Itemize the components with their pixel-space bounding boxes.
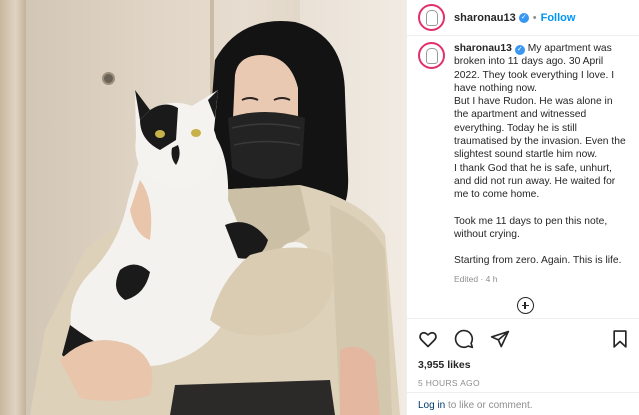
share-icon[interactable] [490, 329, 510, 349]
comment-icon[interactable] [454, 329, 474, 349]
add-comment-icon[interactable] [517, 297, 534, 314]
separator-dot: • [532, 11, 537, 24]
verified-badge-icon: ✓ [518, 12, 529, 23]
like-count[interactable]: 3,955 likes [418, 359, 639, 371]
post-time: 5 HOURS AGO [418, 378, 480, 388]
caption-line-3: I thank God that he is safe, unhurt, and… [454, 162, 616, 201]
caption-avatar[interactable] [418, 42, 445, 69]
bookmark-icon[interactable] [610, 329, 630, 349]
caption-verified-badge-icon: ✓ [514, 45, 525, 55]
follow-button[interactable]: Follow [541, 12, 576, 24]
login-link[interactable]: Log in [418, 400, 445, 411]
caption-line-4: Took me 11 days to pen this note, withou… [454, 215, 608, 240]
avatar[interactable] [418, 4, 445, 31]
edited-timestamp: Edited · 4 h [454, 274, 498, 285]
caption-line-2: But I have Rudon. He was alone in the ap… [454, 96, 626, 161]
woman-holding-cat-illustration [30, 21, 400, 415]
caption-line-5: Starting from zero. Again. This is life. [454, 255, 622, 267]
post-sidebar: sharonau13 ✓ • Follow sharonau13 ✓ My apa… [406, 0, 639, 415]
caption-username[interactable]: sharonau13 [454, 43, 512, 54]
caption: sharonau13 ✓ My apartment was broken into… [407, 36, 639, 287]
post-header: sharonau13 ✓ • Follow [407, 0, 639, 36]
post-photo [0, 0, 406, 415]
caption-text: sharonau13 ✓ My apartment was broken into… [454, 42, 629, 287]
login-prompt-text: to like or comment. [445, 400, 533, 411]
heart-icon[interactable] [418, 329, 438, 349]
login-prompt: Log in to like or comment. [407, 392, 639, 415]
username[interactable]: sharonau13 [454, 12, 516, 24]
